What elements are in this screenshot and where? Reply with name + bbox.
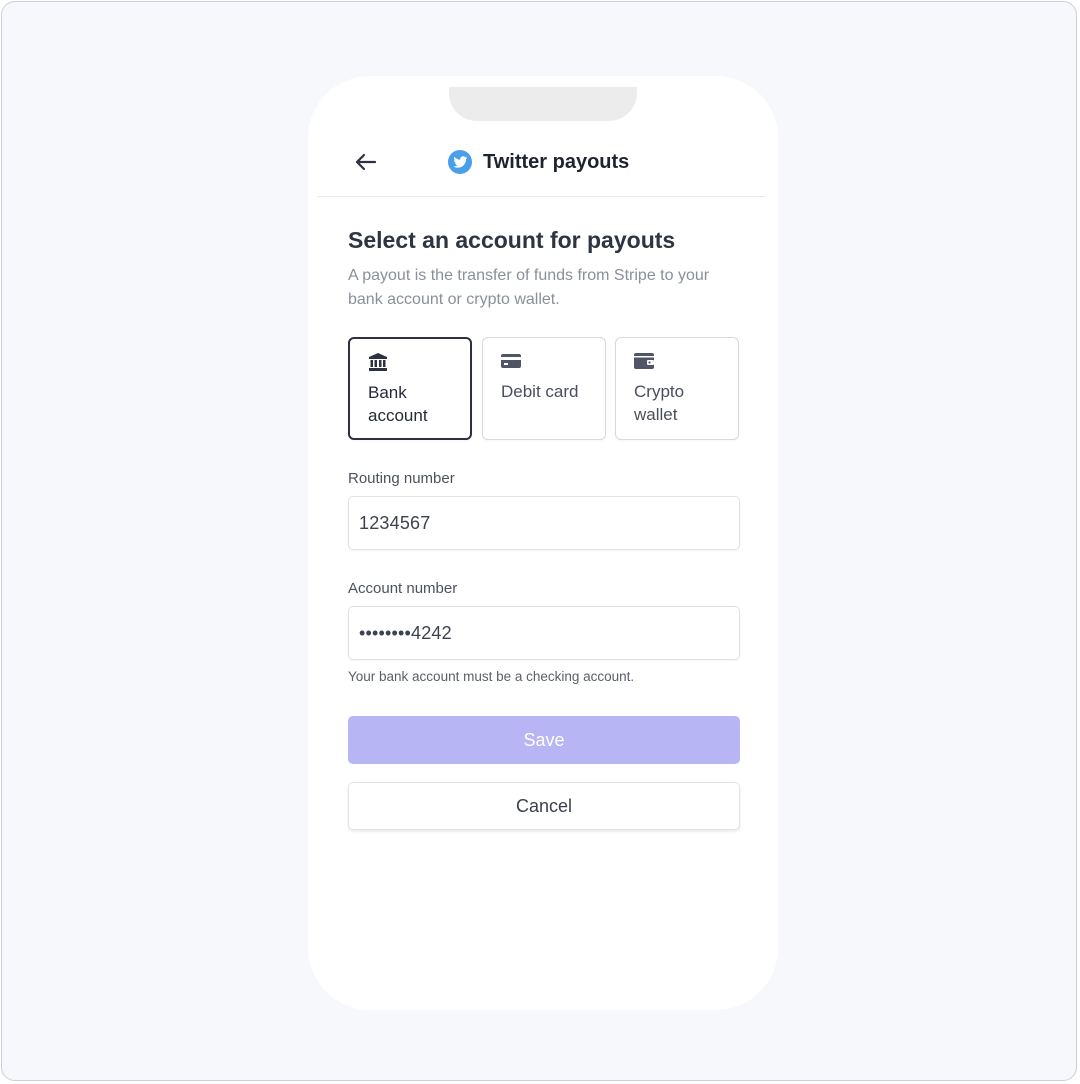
payout-option-label: Bank account: [368, 383, 428, 425]
payout-option-label: Crypto wallet: [634, 382, 685, 424]
payout-form: Select an account for payouts A payout i…: [348, 226, 740, 830]
phone-screen: Twitter payouts Select an account for pa…: [308, 76, 778, 1010]
account-number-input[interactable]: ••••••••4242: [348, 606, 740, 660]
save-button[interactable]: Save: [348, 716, 740, 764]
form-heading: Select an account for payouts: [348, 227, 676, 253]
header-title-group: Twitter payouts: [448, 148, 629, 176]
canvas-frame: Twitter payouts Select an account for pa…: [1, 1, 1077, 1081]
save-button-label: Save: [523, 729, 565, 750]
account-number-label: Account number: [348, 580, 458, 597]
bank-icon: [369, 353, 387, 371]
back-button[interactable]: [352, 148, 380, 176]
account-number-help: Your bank account must be a checking acc…: [348, 669, 635, 684]
arrow-left-icon: [355, 153, 377, 171]
routing-number-value: 1234567: [359, 513, 431, 533]
routing-number-input[interactable]: 1234567: [348, 496, 740, 550]
payout-option-crypto-wallet[interactable]: Crypto wallet: [615, 337, 739, 440]
account-number-value: ••••••••4242: [359, 623, 452, 643]
payout-option-debit-card[interactable]: Debit card: [482, 337, 606, 440]
payout-option-label: Debit card: [501, 382, 579, 401]
payout-type-selector: Bank account Debit card Crypto wallet: [348, 337, 740, 440]
phone-notch: [449, 87, 637, 121]
routing-number-label: Routing number: [348, 470, 455, 487]
app-header: Twitter payouts: [318, 128, 766, 197]
form-description: A payout is the transfer of funds from S…: [348, 267, 710, 308]
cancel-button-label: Cancel: [515, 795, 573, 816]
page-title: Twitter payouts: [483, 150, 630, 173]
payout-option-bank-account[interactable]: Bank account: [348, 337, 472, 440]
credit-card-icon: [501, 354, 521, 368]
cancel-button[interactable]: Cancel: [348, 782, 740, 830]
twitter-bird-icon: [448, 150, 472, 174]
wallet-icon: [634, 353, 654, 369]
